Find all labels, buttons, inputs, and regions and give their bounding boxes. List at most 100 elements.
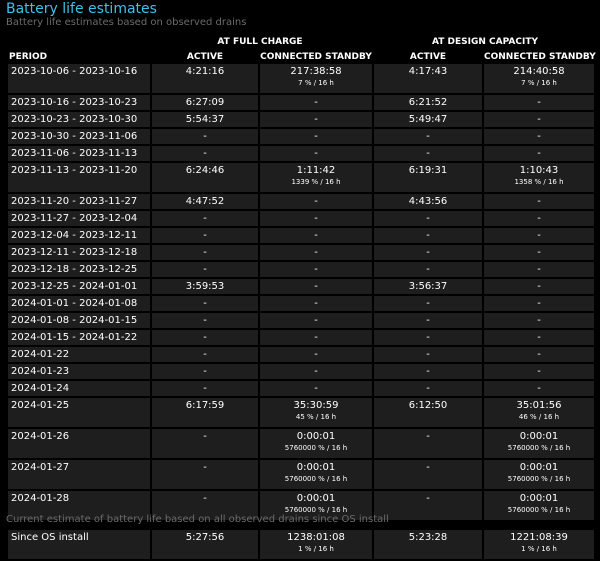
design-standby-cell: 1221:08:39 1 % / 16 h: [484, 530, 594, 559]
design-standby-cell: -: [484, 211, 594, 226]
period-cell: 2023-10-06 - 2023-10-16: [8, 64, 150, 93]
table-row: 2023-12-25 - 2024-01-01 3:59:53-3:56:37-: [8, 279, 594, 294]
period-cell: 2024-01-25: [8, 398, 150, 427]
full-standby-cell: 35:30:59 45 % / 16 h: [260, 398, 372, 427]
design-active-cell: -: [374, 211, 482, 226]
design-standby-cell: 0:00:01 5760000 % / 16 h: [484, 460, 594, 489]
design-active-cell: 5:23:28: [374, 530, 482, 559]
design-active-cell: -: [374, 330, 482, 345]
full-active-cell: -: [152, 129, 258, 144]
period-cell: 2024-01-26: [8, 429, 150, 458]
table-row: 2024-01-25 6:17:59 35:30:59 45 % / 16 h 6:12…: [8, 398, 594, 427]
full-active-cell: 6:24:46: [152, 163, 258, 192]
design-standby-cell: 1:10:43 1358 % / 16 h: [484, 163, 594, 192]
period-cell: 2023-11-20 - 2023-11-27: [8, 194, 150, 209]
full-standby-cell: -: [260, 129, 372, 144]
header-period: PERIOD: [9, 52, 48, 62]
design-active-cell: -: [374, 313, 482, 328]
since-install-table: Since OS install 5:27:56 1238:01:08 1 % /…: [6, 528, 596, 561]
design-standby-cell: -: [484, 313, 594, 328]
period-cell: 2024-01-24: [8, 381, 150, 396]
full-standby-cell: 0:00:01 5760000 % / 16 h: [260, 460, 372, 489]
design-standby-cell: -: [484, 95, 594, 110]
header-design-standby: CONNECTED STANDBY: [484, 52, 596, 62]
current-estimate-label: Current estimate of battery life based o…: [6, 514, 389, 525]
design-standby-cell: -: [484, 112, 594, 127]
table-row: 2024-01-24- - - -: [8, 381, 594, 396]
period-cell: 2023-10-23 - 2023-10-30: [8, 112, 150, 127]
full-standby-cell: -: [260, 296, 372, 311]
design-active-cell: 5:49:47: [374, 112, 482, 127]
full-active-cell: 6:17:59: [152, 398, 258, 427]
table-row: 2023-10-30 - 2023-11-06- - - -: [8, 129, 594, 144]
header-design-active: ACTIVE: [409, 52, 447, 62]
design-active-cell: -: [374, 296, 482, 311]
table-row: 2023-12-11 - 2023-12-18- - - -: [8, 245, 594, 260]
full-standby-cell: -: [260, 245, 372, 260]
design-active-cell: -: [374, 381, 482, 396]
full-active-cell: -: [152, 460, 258, 489]
design-active-cell: 6:21:52: [374, 95, 482, 110]
full-standby-cell: -: [260, 194, 372, 209]
design-standby-cell: -: [484, 330, 594, 345]
full-active-cell: -: [152, 228, 258, 243]
design-active-cell: -: [374, 262, 482, 277]
full-standby-cell: -: [260, 95, 372, 110]
table-row: 2024-01-15 - 2024-01-22- - - -: [8, 330, 594, 345]
full-active-cell: 5:54:37: [152, 112, 258, 127]
period-cell: 2024-01-01 - 2024-01-08: [8, 296, 150, 311]
design-active-cell: -: [374, 245, 482, 260]
full-standby-cell: -: [260, 146, 372, 161]
full-active-cell: -: [152, 146, 258, 161]
full-active-cell: -: [152, 429, 258, 458]
table-row: 2024-01-23- - - -: [8, 364, 594, 379]
header-full-active: ACTIVE: [186, 52, 224, 62]
full-standby-cell: -: [260, 262, 372, 277]
period-cell: 2024-01-08 - 2024-01-15: [8, 313, 150, 328]
design-standby-cell: 0:00:01 5760000 % / 16 h: [484, 429, 594, 458]
period-cell: 2023-11-06 - 2023-11-13: [8, 146, 150, 161]
design-standby-cell: -: [484, 279, 594, 294]
full-active-cell: -: [152, 381, 258, 396]
table-row: 2024-01-01 - 2024-01-08- - - -: [8, 296, 594, 311]
header-at-full-charge: AT FULL CHARGE: [217, 37, 303, 47]
design-active-cell: 4:17:43: [374, 64, 482, 93]
full-active-cell: -: [152, 211, 258, 226]
table-row: 2023-10-06 - 2023-10-16 4:21:16 217:38:58 7…: [8, 64, 594, 93]
full-standby-cell: -: [260, 313, 372, 328]
design-standby-cell: -: [484, 245, 594, 260]
full-active-cell: 6:27:09: [152, 95, 258, 110]
period-cell: 2024-01-15 - 2024-01-22: [8, 330, 150, 345]
design-active-cell: 6:19:31: [374, 163, 482, 192]
design-active-cell: -: [374, 228, 482, 243]
table-row: 2024-01-27-0:00:01 5760000 % / 16 h -0:00:…: [8, 460, 594, 489]
full-active-cell: -: [152, 245, 258, 260]
table-row: 2023-11-06 - 2023-11-13- - - -: [8, 146, 594, 161]
full-active-cell: -: [152, 364, 258, 379]
design-active-cell: -: [374, 364, 482, 379]
header-at-design-capacity: AT DESIGN CAPACITY: [432, 37, 538, 47]
period-cell: 2023-12-11 - 2023-12-18: [8, 245, 150, 260]
design-standby-cell: -: [484, 364, 594, 379]
battery-estimates-table-body: 2023-10-06 - 2023-10-16 4:21:16 217:38:58 7…: [8, 64, 594, 520]
period-cell: 2024-01-27: [8, 460, 150, 489]
full-active-cell: -: [152, 330, 258, 345]
design-standby-cell: -: [484, 381, 594, 396]
design-standby-cell: 214:40:58 7 % / 16 h: [484, 64, 594, 93]
design-active-cell: -: [374, 429, 482, 458]
design-standby-cell: 0:00:01 5760000 % / 16 h: [484, 491, 594, 520]
full-standby-cell: -: [260, 381, 372, 396]
table-row: 2023-11-27 - 2023-12-04- - - -: [8, 211, 594, 226]
table-row: 2024-01-22- - - -: [8, 347, 594, 362]
design-active-cell: -: [374, 491, 482, 520]
design-active-cell: 6:12:50: [374, 398, 482, 427]
period-cell: 2023-10-16 - 2023-10-23: [8, 95, 150, 110]
table-row: 2023-11-13 - 2023-11-20 6:24:46 1:11:42 133…: [8, 163, 594, 192]
full-standby-cell: 0:00:01 5760000 % / 16 h: [260, 429, 372, 458]
period-cell: 2023-12-04 - 2023-12-11: [8, 228, 150, 243]
full-active-cell: -: [152, 296, 258, 311]
period-cell: 2023-11-13 - 2023-11-20: [8, 163, 150, 192]
table-row: 2023-11-20 - 2023-11-27 4:47:52-4:43:56-: [8, 194, 594, 209]
full-standby-cell: 1:11:42 1339 % / 16 h: [260, 163, 372, 192]
design-standby-cell: 35:01:56 46 % / 16 h: [484, 398, 594, 427]
